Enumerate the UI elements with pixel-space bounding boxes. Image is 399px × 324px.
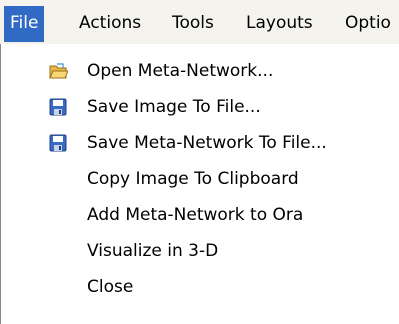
open-folder-icon [48,61,69,81]
menu-item-label: Visualize in 3-D [87,241,219,261]
menu-file[interactable]: File [4,6,45,42]
menu-item-close[interactable]: Close [1,270,399,304]
menu-item-label: Save Image To File... [87,97,261,117]
menu-item-save-image[interactable]: Save Image To File... [1,90,399,124]
save-disk-icon [48,133,68,153]
menu-layouts[interactable]: Layouts [240,6,319,42]
menu-tools[interactable]: Tools [166,6,220,42]
file-menu-dropdown: Open Meta-Network... Save Image To File.… [0,44,399,324]
menu-item-copy-image-clipboard[interactable]: Copy Image To Clipboard [1,162,399,196]
menu-item-label: Open Meta-Network... [87,61,274,81]
menu-item-label: Copy Image To Clipboard [87,169,299,189]
save-disk-icon [48,97,68,117]
menu-item-save-meta-network[interactable]: Save Meta-Network To File... [1,126,399,160]
menu-item-add-meta-network-ora[interactable]: Add Meta-Network to Ora [1,198,399,232]
menu-item-visualize-3d[interactable]: Visualize in 3-D [1,234,399,268]
menu-options[interactable]: Optio [339,6,397,42]
menu-actions[interactable]: Actions [73,6,147,42]
menu-item-label: Close [87,277,134,297]
menu-item-label: Add Meta-Network to Ora [87,205,304,225]
menu-item-label: Save Meta-Network To File... [87,133,327,153]
menu-bar: File Actions Tools Layouts Optio [0,0,399,44]
menu-item-open-meta-network[interactable]: Open Meta-Network... [1,54,399,88]
